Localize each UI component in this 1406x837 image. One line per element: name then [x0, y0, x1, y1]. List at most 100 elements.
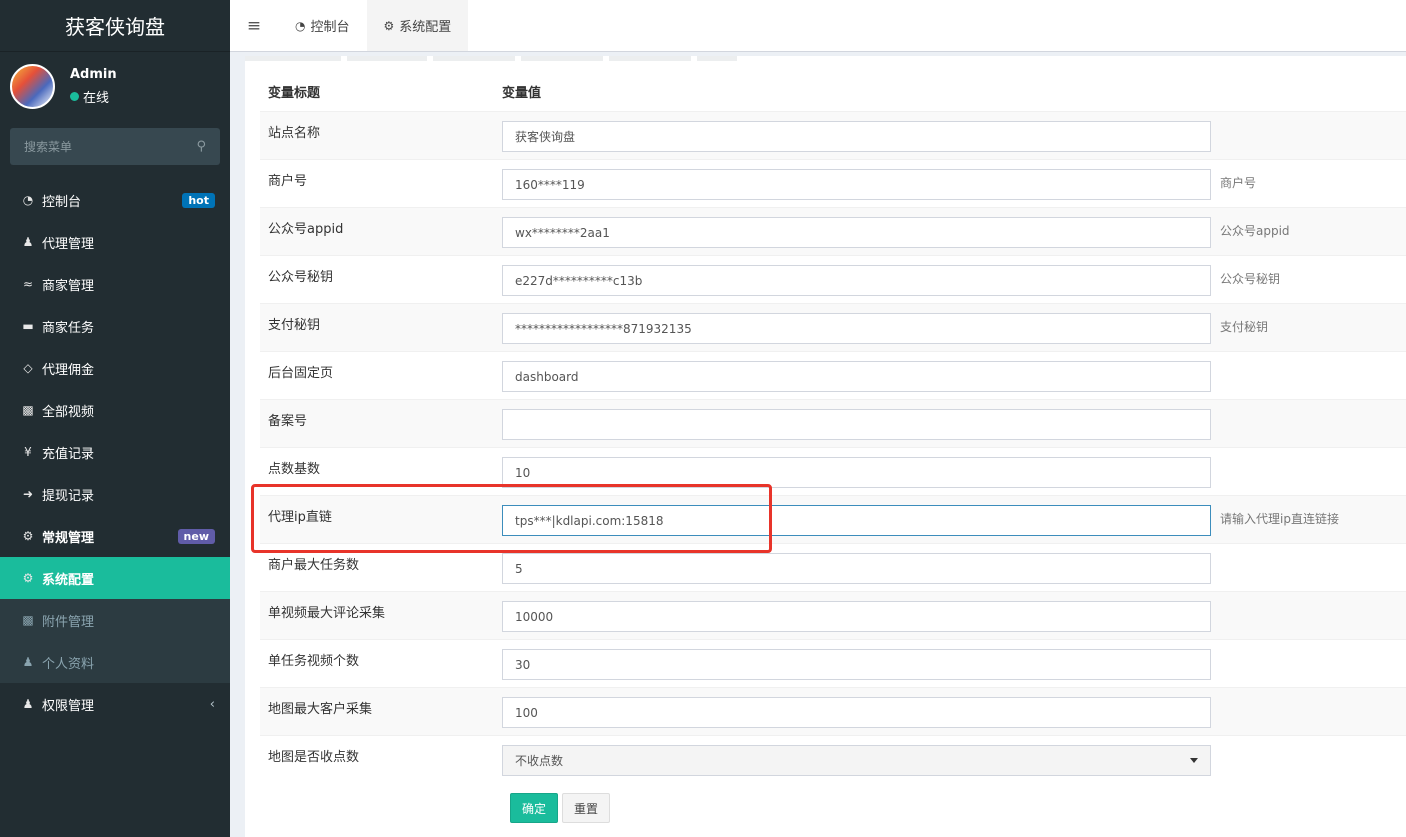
field-label: 公众号appid — [268, 222, 344, 237]
proxy-ip-link-input[interactable] — [502, 505, 1211, 536]
menu-search: ⚲ — [10, 128, 220, 165]
sidebar-item-permissions[interactable]: ♟ 权限管理 ‹ — [0, 683, 230, 725]
app-title[interactable]: 获客侠询盘 — [0, 0, 230, 52]
select-value: 不收点数 — [515, 754, 564, 768]
max-tasks-input[interactable] — [502, 553, 1211, 584]
config-table: 变量标题 变量值 站点名称 商户号 商户号 公众号appid 公众号appid … — [260, 72, 1406, 783]
form-actions: 确定 重置 — [510, 793, 614, 823]
appid-input[interactable] — [502, 217, 1211, 248]
table-row: 单视频最大评论采集 — [260, 591, 1406, 639]
sidebar-item-label: 代理管理 — [42, 236, 95, 252]
config-tab-placeholder[interactable] — [697, 56, 737, 61]
field-label: 后台固定页 — [268, 366, 334, 381]
avatar — [10, 63, 55, 109]
dashboard-icon: ◔ — [22, 193, 34, 207]
sidebar-item-label: 代理佣金 — [42, 362, 95, 378]
caret-down-icon — [1190, 758, 1198, 763]
table-row: 点数基数 — [260, 447, 1406, 495]
app-secret-input[interactable] — [502, 265, 1211, 296]
confirm-button[interactable]: 确定 — [510, 793, 559, 823]
sidebar-item-dashboard[interactable]: ◔ 控制台 hot — [0, 179, 230, 221]
icp-number-input[interactable] — [502, 409, 1211, 440]
sidebar: 获客侠询盘 Admin 在线 ⚲ ◔ 控制台 hot ♟ 代理管理 ≈ 商家管理 — [0, 0, 230, 837]
sidebar-item-label: 常规管理 — [42, 530, 95, 546]
table-row: 商户最大任务数 — [260, 543, 1406, 591]
field-tip — [1212, 688, 1406, 735]
videos-per-task-input[interactable] — [502, 649, 1211, 680]
user-name: Admin — [70, 66, 117, 82]
sidebar-item-label: 个人资料 — [42, 656, 95, 672]
field-tip — [1212, 400, 1406, 447]
table-row: 公众号appid 公众号appid — [260, 207, 1406, 255]
sidebar-item-label: 商家任务 — [42, 320, 95, 336]
column-header-value: 变量值 — [502, 86, 542, 101]
online-dot-icon — [70, 91, 79, 101]
tab-dashboard[interactable]: ◔ 控制台 — [278, 0, 367, 51]
site-name-input[interactable] — [502, 121, 1211, 152]
field-label: 地图是否收点数 — [268, 750, 360, 765]
config-tab-placeholder[interactable] — [347, 56, 427, 61]
config-tab-placeholder[interactable] — [521, 56, 603, 61]
field-label: 点数基数 — [268, 462, 321, 477]
file-image-icon: ▩ — [22, 613, 34, 627]
sidebar-item-label: 提现记录 — [42, 488, 95, 504]
field-tip — [1212, 736, 1406, 783]
field-label: 站点名称 — [268, 126, 321, 141]
table-row: 商户号 商户号 — [260, 159, 1406, 207]
sidebar-item-withdraw[interactable]: ➜ 提现记录 — [0, 473, 230, 515]
pay-secret-input[interactable] — [502, 313, 1211, 344]
sidebar-item-recharge[interactable]: ¥ 充值记录 — [0, 431, 230, 473]
table-row: 代理ip直链 请输入代理ip直连链接 — [260, 495, 1406, 543]
field-label: 支付秘钥 — [268, 318, 321, 333]
merchant-id-input[interactable] — [502, 169, 1211, 200]
sidebar-item-videos[interactable]: ▩ 全部视频 — [0, 389, 230, 431]
map-charge-points-select[interactable]: 不收点数 — [502, 745, 1211, 776]
sidebar-item-system-config[interactable]: ⚙ 系统配置 — [0, 557, 230, 599]
field-label: 代理ip直链 — [268, 510, 332, 525]
max-comments-input[interactable] — [502, 601, 1211, 632]
table-row: 公众号秘钥 公众号秘钥 — [260, 255, 1406, 303]
user-icon: ♟ — [22, 655, 34, 669]
field-label: 公众号秘钥 — [268, 270, 334, 285]
field-tip — [1212, 544, 1406, 591]
sidebar-item-label: 附件管理 — [42, 614, 95, 630]
config-tab-placeholder[interactable] — [245, 56, 341, 61]
sidebar-toggle-button[interactable]: ≡ — [230, 0, 278, 51]
field-label: 商户号 — [268, 174, 308, 189]
config-tab-placeholder[interactable] — [433, 56, 515, 61]
table-row: 单任务视频个数 — [260, 639, 1406, 687]
tab-system-config[interactable]: ⚙ 系统配置 — [366, 0, 469, 51]
sidebar-item-agents[interactable]: ♟ 代理管理 — [0, 221, 230, 263]
table-row: 支付秘钥 支付秘钥 — [260, 303, 1406, 351]
sidebar-item-profile[interactable]: ♟ 个人资料 — [0, 641, 230, 683]
sidebar-item-merchants[interactable]: ≈ 商家管理 — [0, 263, 230, 305]
field-label: 商户最大任务数 — [268, 558, 360, 573]
menu-search-input[interactable] — [24, 139, 174, 154]
sidebar-item-label: 权限管理 — [42, 698, 95, 714]
sidebar-item-merchant-tasks[interactable]: ▬ 商家任务 — [0, 305, 230, 347]
reset-button[interactable]: 重置 — [562, 793, 611, 823]
field-tip — [1212, 112, 1406, 159]
user-panel: Admin 在线 — [0, 52, 230, 120]
file-image-icon: ▩ — [22, 403, 34, 417]
field-tip — [1212, 352, 1406, 399]
field-tip: 公众号秘钥 — [1220, 272, 1281, 286]
points-base-input[interactable] — [502, 457, 1211, 488]
config-tabs-strip — [245, 56, 745, 61]
sidebar-item-label: 充值记录 — [42, 446, 95, 462]
sidebar-item-attachments[interactable]: ▩ 附件管理 — [0, 599, 230, 641]
sidebar-item-general[interactable]: ⚙ 常规管理 new — [0, 515, 230, 557]
search-icon[interactable]: ⚲ — [196, 139, 206, 154]
table-row: 地图是否收点数 不收点数 — [260, 735, 1406, 783]
config-tab-placeholder[interactable] — [609, 56, 691, 61]
field-label: 单任务视频个数 — [268, 654, 360, 669]
config-panel: 变量标题 变量值 站点名称 商户号 商户号 公众号appid 公众号appid … — [245, 56, 1406, 837]
user-status-label: 在线 — [83, 90, 110, 106]
map-max-customers-input[interactable] — [502, 697, 1211, 728]
fixed-page-input[interactable] — [502, 361, 1211, 392]
table-header: 变量标题 变量值 — [260, 72, 1406, 111]
group-icon: ♟ — [22, 697, 34, 711]
field-tip: 支付秘钥 — [1220, 320, 1269, 334]
sidebar-item-label: 全部视频 — [42, 404, 95, 420]
sidebar-item-commission[interactable]: ◇ 代理佣金 — [0, 347, 230, 389]
